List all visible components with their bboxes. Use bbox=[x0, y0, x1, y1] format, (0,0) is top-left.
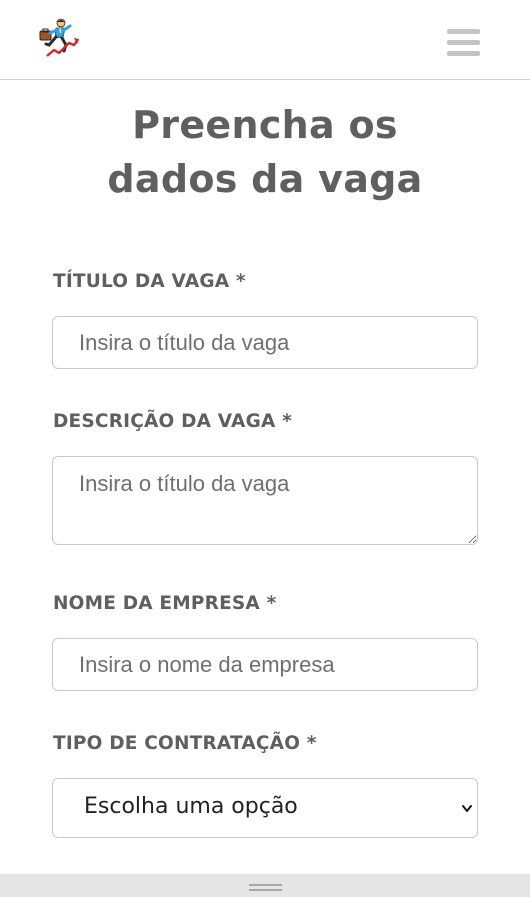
menu-bar bbox=[447, 40, 480, 45]
company-name-label: NOME DA EMPRESA * bbox=[53, 593, 277, 614]
running-businessman-chart-icon[interactable] bbox=[38, 18, 80, 60]
menu-bar bbox=[447, 51, 480, 56]
contract-type-label: TIPO DE CONTRATAÇÃO * bbox=[53, 733, 317, 754]
contract-type-select[interactable]: Escolha uma opção bbox=[52, 778, 478, 838]
job-description-textarea[interactable] bbox=[52, 456, 478, 545]
drag-handle-line bbox=[249, 884, 282, 886]
job-title-input[interactable] bbox=[52, 316, 478, 369]
page-title-line-1: Preencha os bbox=[132, 103, 398, 147]
drag-handle-line bbox=[249, 889, 282, 891]
job-description-label: DESCRIÇÃO DA VAGA * bbox=[53, 411, 292, 432]
page-title-line-2: dados da vaga bbox=[107, 157, 423, 201]
drag-handle-icon[interactable] bbox=[249, 884, 282, 892]
page-title: Preencha os dados da vaga bbox=[0, 98, 530, 206]
page: Preencha os dados da vaga TÍTULO DA VAGA… bbox=[0, 0, 530, 897]
bottom-toolbar bbox=[0, 874, 530, 897]
header bbox=[0, 0, 530, 80]
job-title-label: TÍTULO DA VAGA * bbox=[53, 271, 246, 292]
hamburger-menu-icon[interactable] bbox=[447, 29, 480, 57]
menu-bar bbox=[447, 29, 480, 34]
chevron-down-icon bbox=[462, 805, 472, 812]
contract-type-selected-value: Escolha uma opção bbox=[84, 794, 298, 819]
company-name-input[interactable] bbox=[52, 638, 478, 691]
